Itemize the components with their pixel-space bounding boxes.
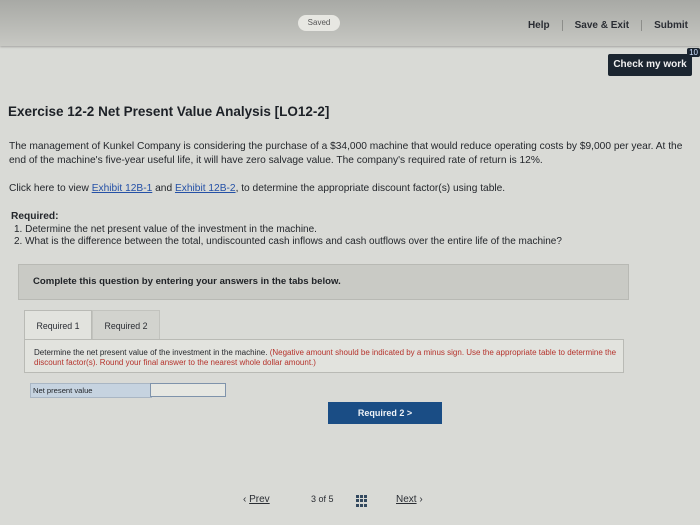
npv-input[interactable] [150,383,226,397]
required-2-button[interactable]: Required 2 > [328,402,442,424]
required-item-2: 2. What is the difference between the to… [14,236,562,247]
exercise-intro: The management of Kunkel Company is cons… [9,141,683,166]
exhibits-prefix: Click here to view [9,183,89,194]
complete-instructions-box: Complete this question by entering your … [18,264,629,300]
help-link[interactable]: Help [516,20,562,31]
tab-required-1[interactable]: Required 1 [24,310,92,341]
grid-icon[interactable] [356,495,368,507]
save-exit-link[interactable]: Save & Exit [561,20,641,31]
check-my-work-button[interactable]: Check my work [608,54,692,76]
exhibit-12b1-link[interactable]: Exhibit 12B-1 [92,183,153,194]
exhibits-and: and [155,183,173,194]
prev-label: Prev [249,494,270,505]
submit-link[interactable]: Submit [641,20,700,31]
complete-instructions-text: Complete this question by entering your … [33,276,341,287]
prev-button[interactable]: ‹ Prev [243,494,270,505]
npv-row: Net present value [30,383,226,398]
panel-instructions: Determine the net present value of the i… [34,348,619,368]
required-list: 1. Determine the net present value of th… [14,224,562,248]
exhibits-suffix: , to determine the appropriate discount … [235,183,506,194]
tab-panel: Determine the net present value of the i… [24,339,624,373]
next-button[interactable]: Next › [396,494,423,505]
exhibit-12b2-link[interactable]: Exhibit 12B-2 [175,183,236,194]
exercise-title: Exercise 12-2 Net Present Value Analysis… [8,104,330,119]
tab-required-2[interactable]: Required 2 [92,310,160,341]
next-label: Next [396,494,417,505]
page-count: 3 of 5 [311,494,334,504]
top-bar: Saved Help Save & Exit Submit [0,0,700,46]
check-count-badge: 10 [687,48,700,57]
required-item-1: 1. Determine the net present value of th… [14,224,317,235]
npv-label: Net present value [30,383,152,398]
top-links: Help Save & Exit Submit [516,20,700,31]
exhibit-links-line: Click here to view Exhibit 12B-1 and Exh… [9,183,505,194]
saved-indicator: Saved [298,15,340,31]
required-heading: Required: [11,211,59,222]
panel-instruction-text: Determine the net present value of the i… [34,348,268,357]
